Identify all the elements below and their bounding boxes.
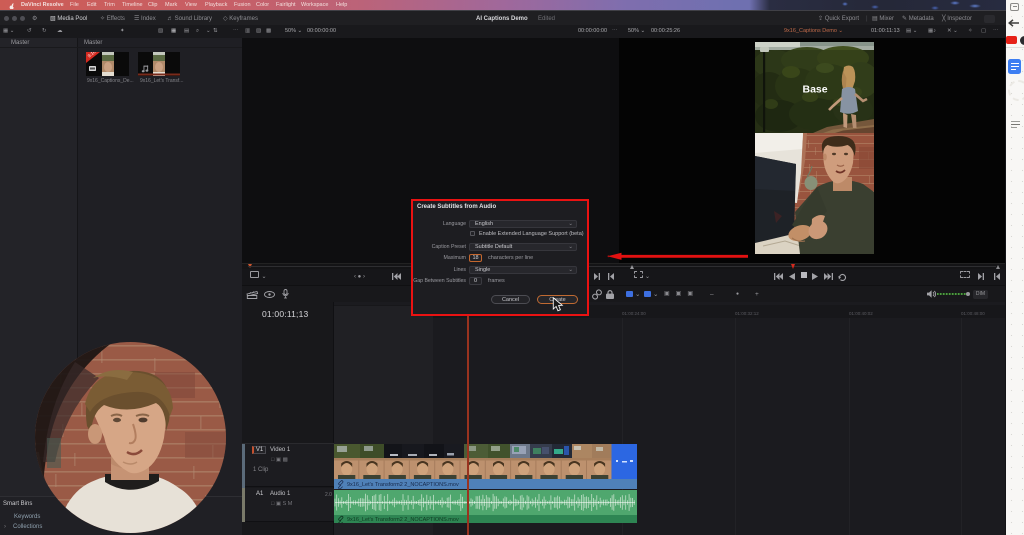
svg-text:Base: Base <box>803 84 828 96</box>
svg-text:9x16_Let's Transform2 2_NOCAPT: 9x16_Let's Transform2 2_NOCAPTIONS.mov <box>347 517 459 523</box>
svg-text:9x16_Let's Transform2 2_NOCAPT: 9x16_Let's Transform2 2_NOCAPTIONS.mov <box>347 482 459 488</box>
